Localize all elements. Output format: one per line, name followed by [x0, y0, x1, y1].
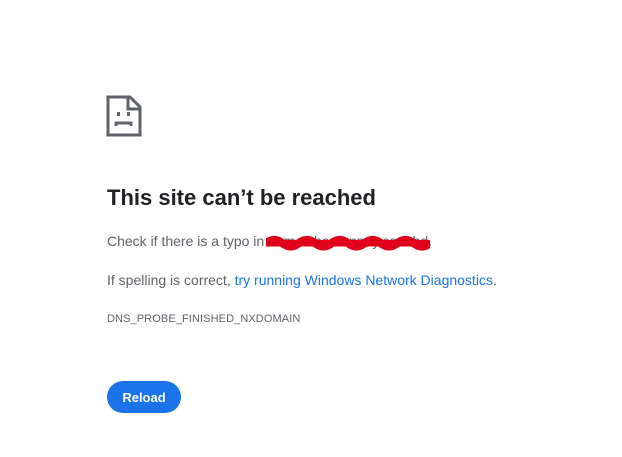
- spelling-hint: If spelling is correct, try running Wind…: [107, 272, 497, 288]
- domain-text: demo.shomonnoy.com.bd: [268, 233, 429, 249]
- redacted-domain: demo.shomonnoy.com.bd: [266, 233, 431, 251]
- typo-hint-prefix: Check if there is a typo in: [107, 233, 269, 249]
- reload-button[interactable]: Reload: [107, 381, 181, 413]
- error-code: DNS_PROBE_FINISHED_NXDOMAIN: [107, 313, 301, 325]
- spelling-hint-suffix: .: [492, 272, 497, 288]
- page-title: This site can’t be reached: [107, 185, 376, 210]
- sad-page-icon: [106, 95, 142, 137]
- typo-hint-suffix: .: [428, 233, 433, 249]
- spelling-hint-prefix: If spelling is correct,: [107, 272, 235, 288]
- diagnostics-link[interactable]: try running Windows Network Diagnostics: [235, 272, 493, 288]
- typo-hint: Check if there is a typo in demo.shomonn…: [107, 233, 433, 251]
- error-page: This site can’t be reached Check if ther…: [0, 0, 622, 457]
